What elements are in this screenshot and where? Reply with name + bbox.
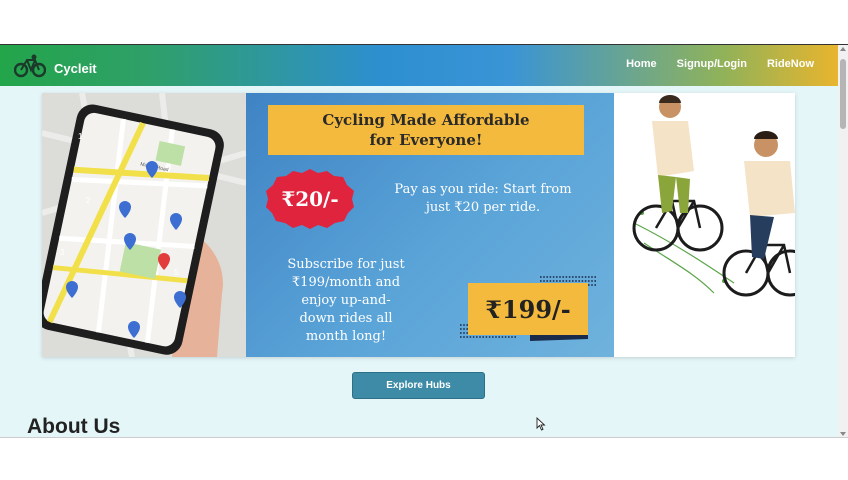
- subscribe-line: down rides all: [299, 311, 393, 326]
- nav-ridenow-link[interactable]: RideNow: [767, 58, 814, 70]
- map-marker-label: 1: [78, 132, 83, 141]
- cyclists-illustration: [614, 93, 795, 357]
- screen: Cycleit Home Signup/Login RideNow Road 1…: [0, 0, 848, 480]
- map-marker-label: 5: [174, 268, 179, 277]
- scroll-down-arrow-icon[interactable]: [840, 432, 846, 436]
- offer-panel: Cycling Made Affordable for Everyone! ₹2…: [246, 93, 614, 357]
- about-us-heading: About Us: [27, 415, 121, 437]
- offer-title-line2: for Everyone!: [369, 131, 483, 149]
- cursor-icon: [536, 416, 546, 436]
- subscribe-text: Subscribe for just ₹199/month and enjoy …: [268, 256, 424, 346]
- browser-bottom-area: [0, 437, 848, 480]
- navbar: Cycleit Home Signup/Login RideNow: [0, 45, 848, 86]
- pay-line1: Pay as you ride: Start from: [394, 182, 572, 197]
- subscribe-line: month long!: [305, 329, 387, 344]
- brand-name: Cycleit: [54, 61, 97, 76]
- map-marker-label: 3: [60, 248, 65, 257]
- bicycle-logo-icon: [13, 53, 47, 84]
- price-badge: ₹20/-: [264, 167, 356, 231]
- monthly-price-badge: ₹199/-: [468, 283, 588, 335]
- scroll-up-arrow-icon[interactable]: [840, 47, 846, 51]
- nav-links: Home Signup/Login RideNow: [626, 58, 814, 70]
- phone-map-image: Market Road 1 2 3 5: [42, 93, 247, 357]
- explore-hubs-button[interactable]: Explore Hubs: [352, 372, 485, 399]
- nav-home-link[interactable]: Home: [626, 58, 657, 70]
- pay-line2: just ₹20 per ride.: [425, 200, 541, 215]
- subscribe-line: Subscribe for just: [287, 257, 405, 272]
- scrollbar-thumb[interactable]: [840, 59, 846, 129]
- subscribe-line: ₹199/month and: [291, 275, 401, 290]
- nav-signup-login-link[interactable]: Signup/Login: [677, 58, 747, 70]
- vertical-scrollbar[interactable]: [838, 45, 848, 437]
- page-viewport: Cycleit Home Signup/Login RideNow Road 1…: [0, 44, 848, 437]
- map-marker-label: 2: [86, 196, 91, 205]
- price-badge-text: ₹20/-: [281, 187, 339, 211]
- offer-title-box: Cycling Made Affordable for Everyone!: [268, 105, 584, 155]
- browser-top-area: [0, 0, 848, 44]
- subscribe-line: enjoy up-and-: [301, 293, 391, 308]
- brand[interactable]: Cycleit: [13, 53, 97, 84]
- promo-banner: Market Road 1 2 3 5: [42, 93, 795, 357]
- pay-as-you-ride-text: Pay as you ride: Start from just ₹20 per…: [370, 181, 596, 217]
- offer-title-line1: Cycling Made Affordable: [322, 111, 530, 129]
